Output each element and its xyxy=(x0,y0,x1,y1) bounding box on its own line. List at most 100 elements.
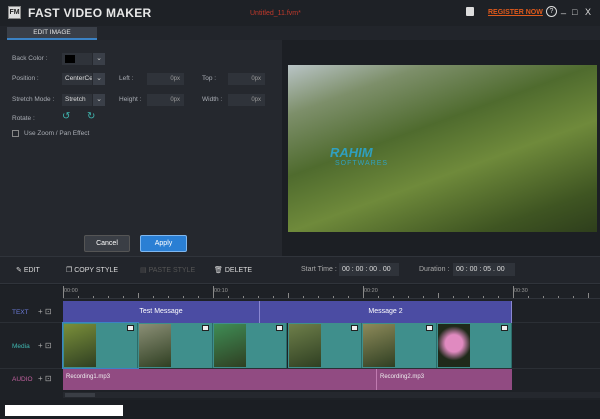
back-color-picker[interactable] xyxy=(62,53,92,65)
ruler-tick xyxy=(453,296,454,298)
paste-icon: ▤ xyxy=(140,267,149,274)
image-icon xyxy=(201,325,209,331)
ruler-tick xyxy=(378,296,379,298)
ruler-tick xyxy=(573,296,574,298)
rotate-left-icon[interactable]: ↺ xyxy=(62,111,70,122)
status-box xyxy=(5,405,123,416)
media-clip[interactable] xyxy=(62,322,139,369)
trash-icon: 🗑 xyxy=(214,267,225,274)
ruler-tick xyxy=(423,296,424,298)
text-clip[interactable]: Test Message xyxy=(63,301,260,323)
ruler-label: 00:10 xyxy=(214,288,228,294)
back-color-label: Back Color : xyxy=(12,55,48,62)
duration-label: Duration : xyxy=(419,266,450,273)
media-track-label: Media xyxy=(12,343,30,350)
media-thumbnail xyxy=(363,324,396,367)
add-icon[interactable]: + ⊡ xyxy=(38,374,52,383)
media-clip[interactable] xyxy=(437,323,512,368)
ruler-label: 00:00 xyxy=(64,288,78,294)
timeline-scrollbar[interactable] xyxy=(63,392,600,398)
zoom-pan-checkbox[interactable] xyxy=(12,130,19,137)
close-button[interactable]: X xyxy=(585,7,591,17)
ruler-tick xyxy=(498,296,499,298)
position-select[interactable]: CenterCe xyxy=(62,73,92,85)
app-logo: FM xyxy=(8,6,21,19)
ruler-tick xyxy=(543,296,544,298)
media-thumbnail xyxy=(438,324,471,367)
stretch-mode-select[interactable]: Stretch xyxy=(62,94,92,106)
delete-button[interactable]: 🗑 DELETE xyxy=(214,266,252,274)
ruler-tick xyxy=(333,296,334,298)
minimize-button[interactable]: _ xyxy=(561,4,566,14)
text-clip[interactable]: Message 2 xyxy=(260,301,512,323)
save-icon[interactable] xyxy=(466,7,474,16)
height-label: Height : xyxy=(119,96,142,103)
ruler-tick xyxy=(153,296,154,298)
copy-icon: ❐ xyxy=(66,267,75,274)
edit-icon: ✎ xyxy=(16,267,24,274)
paste-style-button[interactable]: ▤ PASTE STYLE xyxy=(140,266,195,274)
ruler-tick xyxy=(198,296,199,298)
left-input[interactable]: 0px xyxy=(147,73,184,85)
maximize-button[interactable]: □ xyxy=(572,7,577,17)
image-icon xyxy=(426,325,434,331)
add-icon[interactable]: + ⊡ xyxy=(38,307,52,316)
top-label: Top : xyxy=(202,75,217,82)
ruler-tick xyxy=(258,296,259,298)
ruler-tick xyxy=(318,296,319,298)
tab-edit-image[interactable]: EDIT IMAGE xyxy=(7,27,97,40)
ruler-tick xyxy=(558,296,559,298)
chevron-down-icon[interactable]: ⌄ xyxy=(93,53,105,65)
help-button[interactable]: ? xyxy=(546,6,557,17)
media-thumbnail xyxy=(213,324,246,367)
image-icon xyxy=(126,325,134,331)
image-icon xyxy=(500,325,508,331)
ruler-tick xyxy=(438,293,439,298)
ruler-tick xyxy=(123,296,124,298)
position-label: Position : xyxy=(12,75,39,82)
ruler-tick xyxy=(273,296,274,298)
register-now-link[interactable]: REGISTER NOW xyxy=(488,9,543,16)
start-time-label: Start Time : xyxy=(301,266,337,273)
duration-input[interactable]: 00 : 00 : 05 . 00 xyxy=(453,263,515,276)
media-clip[interactable] xyxy=(137,323,213,368)
apply-button[interactable]: Apply xyxy=(140,235,187,252)
ruler-tick xyxy=(393,296,394,298)
ruler-tick xyxy=(183,296,184,298)
audio-track-label: AUDIO xyxy=(12,376,33,383)
audio-clip[interactable]: Recording1.mp3 xyxy=(63,369,377,390)
media-thumbnail xyxy=(288,324,321,367)
ruler-tick xyxy=(348,296,349,298)
media-thumbnail xyxy=(138,324,171,367)
chevron-down-icon[interactable]: ⌄ xyxy=(93,73,105,85)
top-input[interactable]: 0px xyxy=(228,73,265,85)
ruler-tick xyxy=(303,296,304,298)
ruler-tick xyxy=(243,296,244,298)
cancel-button[interactable]: Cancel xyxy=(84,235,130,252)
ruler-tick xyxy=(228,296,229,298)
height-input[interactable]: 0px xyxy=(147,94,184,106)
media-thumbnail xyxy=(64,324,96,367)
ruler-label: 00:30 xyxy=(514,288,528,294)
text-track-label: TEXT xyxy=(12,309,29,316)
media-clip[interactable] xyxy=(362,323,438,368)
edit-button[interactable]: ✎ EDIT xyxy=(16,266,40,274)
image-icon xyxy=(276,325,284,331)
ruler-tick xyxy=(483,296,484,298)
left-label: Left : xyxy=(119,75,134,82)
ruler-tick xyxy=(288,293,289,298)
zoom-pan-label: Use Zoom / Pan Effect xyxy=(24,130,90,137)
copy-style-button[interactable]: ❐ COPY STYLE xyxy=(66,266,118,274)
media-clip[interactable] xyxy=(287,323,363,368)
audio-clip[interactable]: Recording2.mp3 xyxy=(377,369,512,390)
ruler-tick xyxy=(408,296,409,298)
rotate-right-icon[interactable]: ↻ xyxy=(87,111,95,122)
media-clip[interactable] xyxy=(212,323,288,368)
width-label: Width : xyxy=(202,96,223,103)
chevron-down-icon[interactable]: ⌄ xyxy=(93,94,105,106)
image-icon xyxy=(351,325,359,331)
ruler-label: 00:20 xyxy=(364,288,378,294)
width-input[interactable]: 0px xyxy=(228,94,265,106)
start-time-input[interactable]: 00 : 00 : 00 . 00 xyxy=(339,263,399,276)
add-icon[interactable]: + ⊡ xyxy=(38,341,52,350)
